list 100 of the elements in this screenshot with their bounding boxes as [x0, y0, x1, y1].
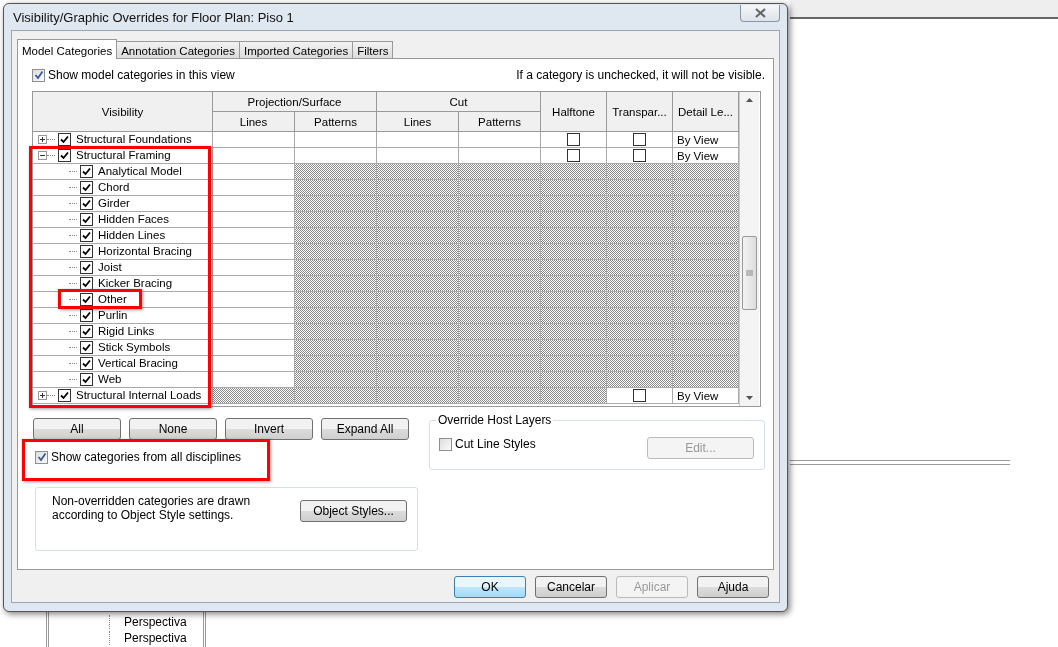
dialog-button[interactable]: OK: [454, 576, 526, 598]
hatched-cell: [673, 308, 739, 324]
hatched-cell: [541, 324, 607, 340]
checkbox[interactable]: [80, 325, 93, 338]
category-name: Structural Internal Loads: [76, 389, 202, 402]
hatched-cell: [673, 180, 739, 196]
checkbox[interactable]: [633, 389, 646, 402]
button[interactable]: All: [33, 418, 121, 440]
hatched-cell: [541, 340, 607, 356]
hatched-cell: [541, 212, 607, 228]
checkbox[interactable]: [80, 197, 93, 210]
column-header[interactable]: Transpar...: [607, 92, 673, 132]
table-cell[interactable]: [377, 132, 459, 148]
hatched-cell: [607, 260, 673, 276]
checkbox[interactable]: [58, 389, 71, 402]
hatched-cell: [541, 292, 607, 308]
hatched-cell: [607, 276, 673, 292]
category-name: Rigid Links: [98, 325, 155, 338]
category-name: Other: [98, 293, 127, 306]
button[interactable]: None: [129, 418, 217, 440]
checkbox[interactable]: [32, 68, 45, 82]
collapse-icon[interactable]: [38, 151, 47, 160]
category-name: Hidden Faces: [98, 213, 169, 226]
table-cell[interactable]: [295, 132, 377, 148]
checkbox-label[interactable]: Show categories from all disciplines: [51, 450, 242, 464]
hatched-cell: [673, 292, 739, 308]
table-cell[interactable]: [213, 148, 295, 164]
button[interactable]: Expand All: [321, 418, 409, 440]
column-header[interactable]: Visibility: [33, 92, 213, 132]
hatched-cell: [607, 308, 673, 324]
checkbox-label[interactable]: Cut Line Styles: [455, 437, 536, 451]
tab[interactable]: Model Categories: [17, 39, 118, 59]
category-name: Hidden Lines: [98, 229, 166, 242]
hatched-cell: [607, 244, 673, 260]
hatched-cell: [541, 308, 607, 324]
column-header[interactable]: Lines: [213, 112, 295, 132]
column-header[interactable]: Patterns: [459, 112, 541, 132]
scroll-down-icon[interactable]: [745, 395, 754, 401]
checkbox[interactable]: [80, 293, 93, 306]
checkbox-label[interactable]: Show model categories in this view: [48, 68, 235, 82]
expand-icon[interactable]: [38, 391, 47, 400]
checkbox[interactable]: [567, 133, 580, 146]
dialog-button[interactable]: Ajuda: [697, 576, 769, 598]
category-name: Horizontal Bracing: [98, 245, 192, 258]
dialog-button[interactable]: Cancelar: [535, 576, 607, 598]
tree-item[interactable]: Perspectiva: [109, 631, 203, 645]
hatched-cell: [673, 164, 739, 180]
hatched-cell: [673, 276, 739, 292]
table-cell[interactable]: [213, 132, 295, 148]
checkbox[interactable]: [80, 229, 93, 242]
object-styles-button[interactable]: Object Styles...: [300, 500, 407, 522]
tree-item[interactable]: Perspectiva: [109, 615, 203, 629]
hatched-cell: [673, 244, 739, 260]
close-button[interactable]: [740, 4, 780, 22]
hatched-cell: [541, 196, 607, 212]
checkbox[interactable]: [58, 149, 71, 162]
hatched-cell: [607, 228, 673, 244]
checkbox[interactable]: [633, 149, 646, 162]
checkbox[interactable]: [35, 450, 48, 464]
checkbox[interactable]: [633, 133, 646, 146]
scrollbar[interactable]: [739, 92, 759, 406]
tab[interactable]: Imported Categories: [238, 41, 354, 58]
group-title: Override Host Layers: [436, 413, 554, 427]
scrollbar-thumb[interactable]: [742, 236, 757, 310]
hatched-cell: [541, 372, 607, 388]
column-header[interactable]: Detail Le...: [673, 92, 739, 132]
category-name: Chord: [98, 181, 130, 194]
hatched-cell: [673, 196, 739, 212]
hatched-cell: [541, 244, 607, 260]
checkbox[interactable]: [80, 309, 93, 322]
scroll-up-icon[interactable]: [745, 97, 754, 103]
tab[interactable]: Filters: [352, 41, 394, 58]
checkbox[interactable]: [80, 261, 93, 274]
checkbox[interactable]: [80, 165, 93, 178]
checkbox[interactable]: [80, 213, 93, 226]
category-name: Joist: [98, 261, 122, 274]
hatched-cell: [541, 356, 607, 372]
hatched-cell: [607, 196, 673, 212]
column-header[interactable]: Lines: [377, 112, 459, 132]
checkbox[interactable]: [80, 181, 93, 194]
checkbox[interactable]: [567, 149, 580, 162]
expand-icon[interactable]: [38, 135, 47, 144]
checkbox[interactable]: [439, 437, 452, 451]
checkbox[interactable]: [80, 373, 93, 386]
hatched-cell: [607, 180, 673, 196]
tab[interactable]: Annotation Categories: [116, 41, 240, 58]
category-name: Stick Symbols: [98, 341, 171, 354]
category-name: Kicker Bracing: [98, 277, 173, 290]
category-name: Structural Framing: [76, 149, 171, 162]
checkbox[interactable]: [80, 341, 93, 354]
hatched-cell: [673, 356, 739, 372]
hatched-cell: [673, 372, 739, 388]
checkbox[interactable]: [80, 357, 93, 370]
column-header[interactable]: Halftone: [541, 92, 607, 132]
checkbox[interactable]: [58, 133, 71, 146]
category-name: Structural Foundations: [76, 133, 192, 146]
column-header[interactable]: Patterns: [295, 112, 377, 132]
button[interactable]: Invert: [225, 418, 313, 440]
checkbox[interactable]: [80, 245, 93, 258]
table-cell[interactable]: [459, 132, 541, 148]
